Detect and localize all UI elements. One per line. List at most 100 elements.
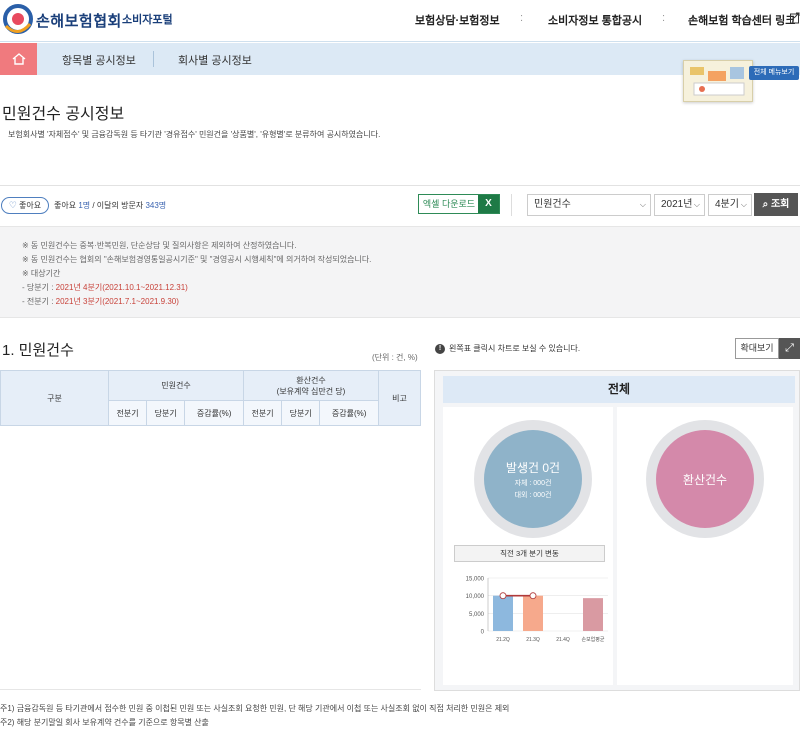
- y-tick-label: 15,000: [466, 577, 485, 583]
- bar: [583, 598, 603, 631]
- x-tick-label: 21.4Q: [556, 637, 570, 643]
- column-header-title: 환산건수: [296, 375, 326, 385]
- notice-line: ※ 대상기간: [22, 269, 61, 278]
- home-button[interactable]: [0, 43, 37, 75]
- notice-line: - 당분기 : 2021년 4분기(2021.10.1~2021.12.31): [22, 282, 188, 293]
- sub-header: 증감률(%): [319, 400, 379, 426]
- right-chart-column: 환산건수: [617, 407, 793, 685]
- like-stats: 좋아요 1명 / 이달의 방문자 343명: [54, 200, 166, 211]
- visitor-count: 343명: [145, 201, 167, 210]
- nav-divider: [153, 51, 154, 67]
- y-tick-label: 10,000: [466, 594, 485, 600]
- sitemap-thumbnail[interactable]: [683, 60, 753, 102]
- y-tick-label: 5,000: [469, 612, 485, 618]
- gnb-item-learning[interactable]: 손해보험 학습센터 링크: [688, 12, 795, 28]
- footnote: 주2) 해당 분기말일 회사 보유계약 건수를 기준으로 항목별 산출: [0, 718, 209, 727]
- gnb-separator: :: [520, 12, 524, 24]
- column-header-subtitle: (보유계약 십만건 당): [276, 386, 346, 396]
- search-button-label: 조회: [770, 199, 790, 210]
- like-count: 1명: [78, 201, 91, 210]
- like-button-label: 좋아요: [18, 201, 42, 210]
- converted-label: 환산건수: [682, 472, 728, 487]
- notice-line: - 전분기 : 2021년 3분기(2021.7.1~2021.9.30): [22, 296, 179, 307]
- complaints-table[interactable]: 구분 민원건수 환산건수 (보유계약 십만건 당) 비고 전분기 당분기 증감률…: [0, 370, 421, 426]
- sub-header: 전분기: [107, 400, 148, 426]
- trend-point: [499, 592, 507, 600]
- toolbar-divider: [511, 194, 512, 216]
- y-tick-label: 0: [481, 630, 485, 636]
- heart-icon: ♡: [8, 200, 17, 210]
- quarter-select[interactable]: 4분기 ⌵: [708, 194, 752, 216]
- like-button[interactable]: ♡ 좋아요: [1, 197, 49, 214]
- tab-item-disclosure[interactable]: 항목별 공시정보: [62, 52, 136, 68]
- zoom-button[interactable]: 확대보기: [735, 338, 779, 359]
- period-label: - 전분기 :: [22, 297, 56, 306]
- search-icon: ⌕: [762, 199, 769, 210]
- expand-icon[interactable]: ⤢: [779, 338, 800, 359]
- self-count: 자체 : 000건: [514, 479, 552, 487]
- footnote: 주1) 금융감독원 등 타기관에서 접수한 민원 중 이첩된 민원 또는 사실조…: [0, 704, 510, 713]
- sub-header: 증감률(%): [184, 400, 244, 426]
- column-header: 환산건수 (보유계약 십만건 당): [242, 370, 380, 401]
- page-title: 민원건수 공시정보: [2, 106, 125, 123]
- chevron-down-icon: ⌵: [639, 200, 646, 209]
- divider: [0, 185, 800, 186]
- trend-bar-chart[interactable]: 15,000 10,000 5,000 0 21.2Q 21.3Q 21.4Q 손보업평균: [446, 568, 612, 646]
- gnb-item-disclosure[interactable]: 소비자정보 통합공시: [548, 12, 642, 28]
- gnb-item-consult[interactable]: 보험상담·보험정보: [415, 12, 500, 28]
- occurrence-disc: 발생건 0건 자체 : 000건 대외 : 000건: [484, 430, 582, 528]
- occurrence-count: 발생건 0건: [505, 460, 561, 475]
- notice-line: ※ 동 민원건수는 협회의 "손해보험경영통일공시기준" 및 "경영공시 시행세…: [22, 255, 372, 264]
- trend-point: [529, 592, 537, 600]
- sub-header: 당분기: [281, 400, 321, 426]
- donut-ring[interactable]: 환산건수: [646, 420, 764, 538]
- excel-download-button[interactable]: 엑셀 다운로드 X: [418, 194, 500, 214]
- x-tick-label: 손보업평균: [581, 636, 604, 643]
- previous-period: 2021년 3분기(2021.7.1~2021.9.30): [55, 297, 179, 306]
- chart-panel-title: 전체: [443, 376, 795, 403]
- page-description: 보험회사별 '자체접수' 및 금융감독원 등 타기관 '경유접수' 민원건을 '…: [8, 130, 381, 139]
- year-select-value: 2021년: [661, 199, 693, 210]
- other-count: 대외 : 000건: [514, 491, 552, 499]
- external-link-icon[interactable]: [790, 12, 800, 24]
- brand-subtitle[interactable]: 소비자포털: [122, 11, 173, 27]
- year-select[interactable]: 2021년 ⌵: [654, 194, 705, 216]
- chart-hint: ! 왼쪽표 클릭시 차트로 보실 수 있습니다.: [435, 343, 580, 354]
- sub-header: 전분기: [242, 400, 283, 426]
- excel-icon: X: [478, 195, 499, 213]
- sitemap-illustration-icon: [690, 67, 745, 96]
- type-select[interactable]: 민원건수 ⌵: [527, 194, 651, 216]
- brand-name[interactable]: 손해보험협회: [36, 10, 122, 31]
- bar: [493, 595, 513, 631]
- chevron-down-icon: ⌵: [693, 200, 700, 209]
- quarter-select-value: 4분기: [715, 199, 739, 210]
- trend-label: 직전 3개 분기 변동: [454, 545, 605, 562]
- like-label: 좋아요: [54, 201, 77, 210]
- section-title: 1. 민원건수: [2, 342, 74, 359]
- excel-download-label: 엑셀 다운로드: [422, 199, 476, 209]
- donut-ring[interactable]: 발생건 0건 자체 : 000건 대외 : 000건: [474, 420, 592, 538]
- all-menu-badge[interactable]: 전체 메뉴보기: [749, 66, 799, 80]
- top-header: 손해보험협회 소비자포털 보험상담·보험정보 : 소비자정보 통합공시 : 손해…: [0, 0, 800, 42]
- logo-icon[interactable]: [2, 4, 34, 34]
- x-tick-label: 21.2Q: [496, 637, 510, 643]
- chart-hint-text: 왼쪽표 클릭시 차트로 보실 수 있습니다.: [449, 344, 581, 353]
- search-button[interactable]: ⌕ 조회: [754, 193, 798, 216]
- home-icon: [12, 53, 25, 65]
- column-header: 민원건수: [108, 370, 244, 401]
- column-header: 비고: [378, 370, 421, 426]
- chevron-down-icon: ⌵: [740, 200, 747, 209]
- notice-box: ※ 동 민원건수는 중복·반복민원, 단순상담 및 질의사항은 제외하여 산정하…: [0, 226, 800, 318]
- notice-line: ※ 동 민원건수는 중복·반복민원, 단순상담 및 질의사항은 제외하여 산정하…: [22, 241, 297, 250]
- unit-label: (단위 : 건, %): [372, 353, 418, 362]
- tab-company-disclosure[interactable]: 회사별 공시정보: [178, 52, 252, 68]
- bar: [523, 595, 543, 631]
- info-icon: !: [435, 343, 445, 354]
- visitor-label: / 이달의 방문자: [90, 201, 144, 210]
- period-label: - 당분기 :: [22, 283, 56, 292]
- gnb-separator: :: [662, 12, 666, 24]
- current-period: 2021년 4분기(2021.10.1~2021.12.31): [55, 283, 188, 292]
- table-body: [0, 426, 421, 690]
- column-header: 구분: [0, 370, 109, 426]
- sub-navigation: 항목별 공시정보 회사별 공시정보: [0, 43, 800, 75]
